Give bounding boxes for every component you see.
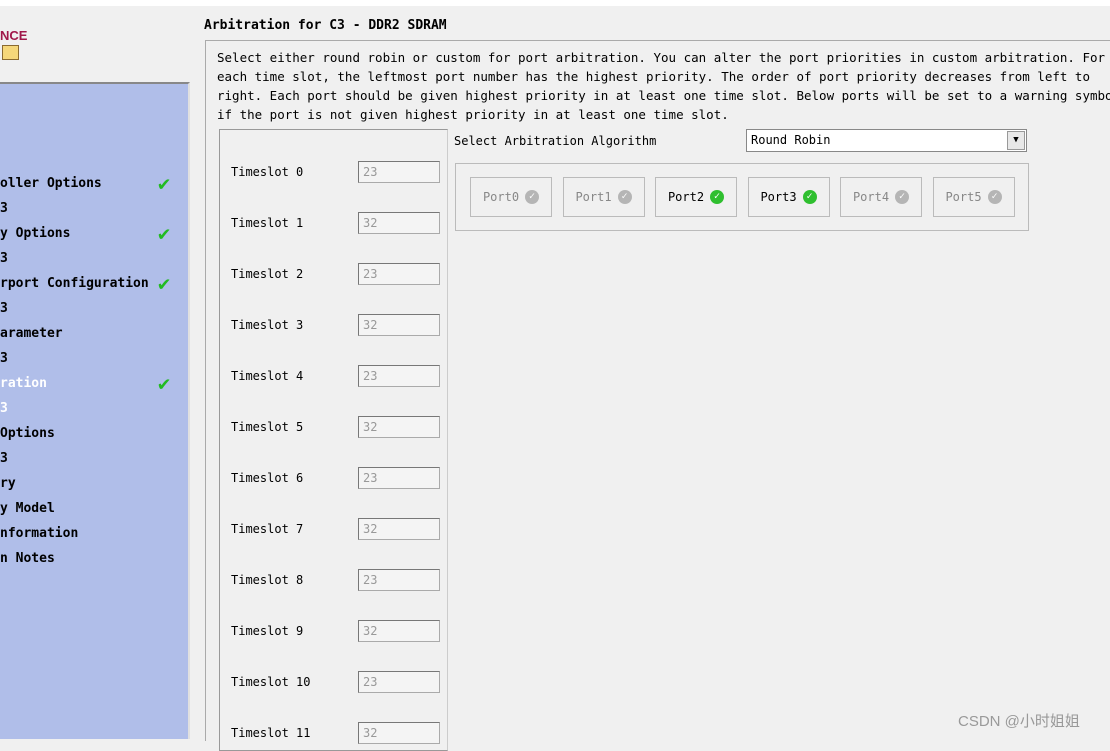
- timeslot-input[interactable]: [358, 161, 440, 183]
- logo: NCE: [0, 28, 28, 43]
- sidebar-item[interactable]: ration ✔: [0, 371, 188, 395]
- sidebar-item-label: y Options: [0, 226, 71, 241]
- sidebar-item-label: arameter: [0, 326, 63, 341]
- checkmark-icon: ✔: [158, 271, 171, 295]
- timeslot-label: Timeslot 10: [231, 675, 311, 689]
- sidebar-item[interactable]: 3: [0, 349, 188, 369]
- sidebar-item-label: oller Options: [0, 176, 102, 191]
- port-button[interactable]: Port3 ✓: [747, 177, 830, 217]
- sidebar-item-label: nformation: [0, 526, 79, 541]
- checkmark-icon: ✔: [158, 371, 171, 395]
- port-label: Port0: [482, 190, 520, 204]
- sidebar-item-label: y Model: [0, 501, 55, 516]
- sidebar-item[interactable]: Options: [0, 424, 188, 444]
- algorithm-select[interactable]: Round Robin ▼: [746, 129, 1027, 152]
- timeslot-input[interactable]: [358, 671, 440, 693]
- port-label: Port5: [945, 190, 982, 204]
- status-check-icon: ✓: [802, 190, 817, 204]
- port-button[interactable]: Port2 ✓: [655, 177, 737, 217]
- sidebar-item-label: ration: [0, 376, 47, 391]
- timeslot-label: Timeslot 8: [231, 573, 304, 587]
- timeslot-input[interactable]: [358, 416, 440, 438]
- sidebar-item-label: 3: [0, 201, 8, 216]
- timeslot-input[interactable]: [358, 518, 440, 540]
- status-check-icon: ✓: [525, 190, 540, 204]
- sidebar-item[interactable]: 3: [0, 449, 188, 469]
- port-label: Port4: [852, 190, 890, 204]
- status-check-icon: ✓: [617, 190, 632, 204]
- sidebar-item[interactable]: ry: [0, 474, 188, 494]
- sidebar-item-label: 3: [0, 351, 8, 366]
- port-label: Port2: [667, 190, 705, 204]
- checkmark-icon: ✔: [158, 171, 171, 195]
- port-label: Port3: [760, 190, 797, 204]
- sidebar-item-label: 3: [0, 401, 8, 416]
- status-check-icon: ✓: [710, 190, 725, 204]
- timeslot-input[interactable]: [358, 263, 440, 285]
- top-bar: [0, 0, 1110, 6]
- sidebar-item[interactable]: y Model: [0, 499, 188, 519]
- algorithm-label: Select Arbitration Algorithm: [454, 134, 657, 148]
- timeslot-input[interactable]: [358, 569, 440, 591]
- timeslot-input[interactable]: [358, 212, 440, 234]
- algorithm-value: Round Robin: [751, 133, 831, 147]
- sidebar-item-label: n Notes: [0, 551, 55, 566]
- sidebar-item[interactable]: arameter: [0, 324, 188, 344]
- book-icon: [2, 45, 19, 60]
- sidebar-item[interactable]: n Notes: [0, 549, 188, 569]
- watermark: CSDN @小时姐姐: [958, 713, 1080, 730]
- status-check-icon: ✓: [895, 190, 910, 204]
- dropdown-arrow-icon[interactable]: ▼: [1007, 131, 1025, 150]
- timeslot-label: Timeslot 1: [231, 216, 304, 230]
- port-button[interactable]: Port5 ✓: [932, 177, 1015, 217]
- sidebar-item-label: 3: [0, 451, 8, 466]
- timeslot-input[interactable]: [358, 722, 440, 744]
- description: Select either round robin or custom for …: [217, 50, 1110, 122]
- sidebar-item-label: 3: [0, 251, 8, 266]
- sidebar-item-label: rport Configuration: [0, 276, 149, 291]
- sidebar-item[interactable]: 3: [0, 399, 188, 419]
- timeslot-label: Timeslot 6: [231, 471, 304, 485]
- timeslot-label: Timeslot 11: [231, 726, 311, 740]
- timeslot-label: Timeslot 4: [231, 369, 304, 383]
- sidebar-item-label: 3: [0, 301, 8, 316]
- sidebar: oller Options ✔ 3 y Options ✔ 3 rport Configur…: [0, 82, 190, 739]
- port-button[interactable]: Port1 ✓: [562, 177, 645, 217]
- ports-group: Port0 ✓ Port1 ✓ Port2 ✓ Port3 ✓ Port4 ✓ Port5 ✓: [455, 163, 1029, 231]
- timeslot-label: Timeslot 2: [231, 267, 304, 281]
- sidebar-item[interactable]: rport Configuration ✔: [0, 271, 188, 295]
- sidebar-item[interactable]: 3: [0, 299, 188, 319]
- sidebar-item-label: Options: [0, 426, 55, 441]
- port-button[interactable]: Port4 ✓: [840, 177, 922, 217]
- timeslot-label: Timeslot 7: [231, 522, 304, 536]
- sidebar-item-label: ry: [0, 476, 16, 491]
- port-label: Port1: [575, 190, 612, 204]
- timeslot-input[interactable]: [358, 620, 440, 642]
- timeslot-label: Timeslot 5: [231, 420, 304, 434]
- timeslot-label: Timeslot 9: [231, 624, 304, 638]
- timeslot-input[interactable]: [358, 365, 440, 387]
- sidebar-item[interactable]: y Options ✔: [0, 221, 188, 245]
- status-check-icon: ✓: [987, 190, 1002, 204]
- timeslot-panel: Timeslot 0 Timeslot 1 Timeslot 2 Timeslot 3…: [219, 129, 448, 751]
- timeslot-label: Timeslot 0: [231, 165, 304, 179]
- sidebar-item[interactable]: 3: [0, 249, 188, 269]
- checkmark-icon: ✔: [158, 221, 171, 245]
- sidebar-item[interactable]: oller Options ✔: [0, 171, 188, 195]
- sidebar-item[interactable]: 3: [0, 199, 188, 219]
- port-button[interactable]: Port0 ✓: [470, 177, 552, 217]
- timeslot-input[interactable]: [358, 314, 440, 336]
- page-title: Arbitration for C3 - DDR2 SDRAM: [204, 18, 447, 33]
- sidebar-item[interactable]: nformation: [0, 524, 188, 544]
- timeslot-label: Timeslot 3: [231, 318, 304, 332]
- timeslot-input[interactable]: [358, 467, 440, 489]
